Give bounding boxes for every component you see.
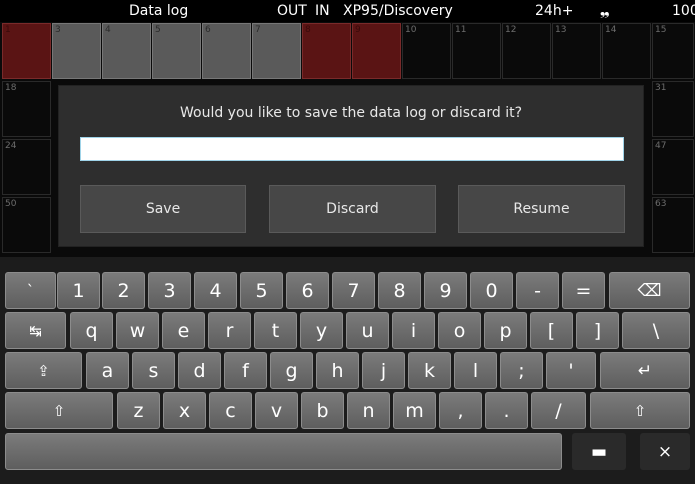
status-level: 100 — [672, 3, 695, 19]
dialog-text-input[interactable] — [80, 137, 624, 161]
backspace-icon[interactable]: ⌫ — [609, 272, 690, 309]
status-in: IN — [315, 3, 330, 19]
key-equals[interactable]: = — [562, 272, 605, 309]
channel-cell[interactable]: 10 — [402, 23, 451, 79]
key-9[interactable]: 9 — [424, 272, 467, 309]
key-p[interactable]: p — [484, 312, 527, 349]
channel-cell[interactable]: 24 — [2, 139, 51, 195]
channel-cell[interactable]: 50 — [2, 197, 51, 253]
status-device: XP95/Discovery — [343, 3, 453, 19]
shift-right-icon[interactable]: ⇧ — [590, 392, 690, 429]
key-right-bracket[interactable]: ] — [576, 312, 619, 349]
key-comma[interactable]: , — [439, 392, 482, 429]
channel-cell[interactable]: 15 — [652, 23, 694, 79]
key-n[interactable]: n — [347, 392, 390, 429]
key-backslash[interactable]: \ — [622, 312, 690, 349]
key-6[interactable]: 6 — [286, 272, 329, 309]
status-bar: Data log OUT IN XP95/Discovery 24h+ ❠ 10… — [0, 0, 695, 22]
key-a[interactable]: a — [86, 352, 129, 389]
key-7[interactable]: 7 — [332, 272, 375, 309]
channel-cell[interactable]: 4 — [102, 23, 151, 79]
key-m[interactable]: m — [393, 392, 436, 429]
key-d[interactable]: d — [178, 352, 221, 389]
key-h[interactable]: h — [316, 352, 359, 389]
channel-cell[interactable]: 7 — [252, 23, 301, 79]
key-f[interactable]: f — [224, 352, 267, 389]
onscreen-keyboard: ` 1 2 3 4 5 6 7 8 9 0 - = ⌫ ↹ q w e r t … — [0, 257, 695, 484]
key-g[interactable]: g — [270, 352, 313, 389]
key-s[interactable]: s — [132, 352, 175, 389]
channel-cell[interactable]: 63 — [652, 197, 694, 253]
key-t[interactable]: t — [254, 312, 297, 349]
key-z[interactable]: z — [117, 392, 160, 429]
key-q[interactable]: q — [70, 312, 113, 349]
key-0[interactable]: 0 — [470, 272, 513, 309]
save-data-log-dialog: Would you like to save the data log or d… — [59, 86, 643, 246]
key-l[interactable]: l — [454, 352, 497, 389]
status-out: OUT — [277, 3, 307, 19]
key-left-bracket[interactable]: [ — [530, 312, 573, 349]
key-w[interactable]: w — [116, 312, 159, 349]
save-button[interactable]: Save — [80, 185, 246, 233]
channel-cell[interactable]: 5 — [152, 23, 201, 79]
channel-cell[interactable]: 31 — [652, 81, 694, 137]
channel-cell[interactable]: 13 — [552, 23, 601, 79]
key-b[interactable]: b — [301, 392, 344, 429]
discard-button[interactable]: Discard — [269, 185, 436, 233]
status-mode: 24h+ — [535, 3, 574, 19]
key-v[interactable]: v — [255, 392, 298, 429]
status-title: Data log — [129, 3, 189, 19]
key-y[interactable]: y — [300, 312, 343, 349]
channel-cell[interactable]: 11 — [452, 23, 501, 79]
key-8[interactable]: 8 — [378, 272, 421, 309]
key-minus[interactable]: - — [516, 272, 559, 309]
shift-left-icon[interactable]: ⇧ — [5, 392, 113, 429]
resume-button[interactable]: Resume — [458, 185, 625, 233]
key-x[interactable]: x — [163, 392, 206, 429]
key-3[interactable]: 3 — [148, 272, 191, 309]
key-4[interactable]: 4 — [194, 272, 237, 309]
key-5[interactable]: 5 — [240, 272, 283, 309]
key-u[interactable]: u — [346, 312, 389, 349]
dialog-message: Would you like to save the data log or d… — [179, 105, 522, 121]
caps-lock-icon[interactable]: ⇪ — [5, 352, 82, 389]
key-apostrophe[interactable]: ' — [546, 352, 596, 389]
space-bar[interactable] — [5, 433, 562, 470]
hide-keyboard-icon[interactable]: ▬ — [572, 433, 626, 470]
key-backtick[interactable]: ` — [5, 272, 56, 309]
channel-cell[interactable]: 9 — [352, 23, 401, 79]
key-c[interactable]: c — [209, 392, 252, 429]
key-e[interactable]: e — [162, 312, 205, 349]
tab-icon[interactable]: ↹ — [5, 312, 66, 349]
channel-cell[interactable]: 12 — [502, 23, 551, 79]
key-o[interactable]: o — [438, 312, 481, 349]
enter-icon[interactable]: ↵ — [600, 352, 690, 389]
info-icon: ❠ — [600, 3, 610, 19]
key-semicolon[interactable]: ; — [500, 352, 543, 389]
key-2[interactable]: 2 — [102, 272, 145, 309]
key-j[interactable]: j — [362, 352, 405, 389]
key-r[interactable]: r — [208, 312, 251, 349]
channel-cell[interactable]: 1 — [2, 23, 51, 79]
channel-cell[interactable]: 14 — [602, 23, 651, 79]
key-1[interactable]: 1 — [57, 272, 100, 309]
channel-cell[interactable]: 8 — [302, 23, 351, 79]
channel-cell[interactable]: 6 — [202, 23, 251, 79]
key-period[interactable]: . — [485, 392, 528, 429]
close-icon[interactable]: × — [640, 433, 690, 470]
key-slash[interactable]: / — [531, 392, 586, 429]
channel-cell[interactable]: 47 — [652, 139, 694, 195]
channel-cell[interactable]: 18 — [2, 81, 51, 137]
key-i[interactable]: i — [392, 312, 435, 349]
channel-cell[interactable]: 3 — [52, 23, 101, 79]
key-k[interactable]: k — [408, 352, 451, 389]
